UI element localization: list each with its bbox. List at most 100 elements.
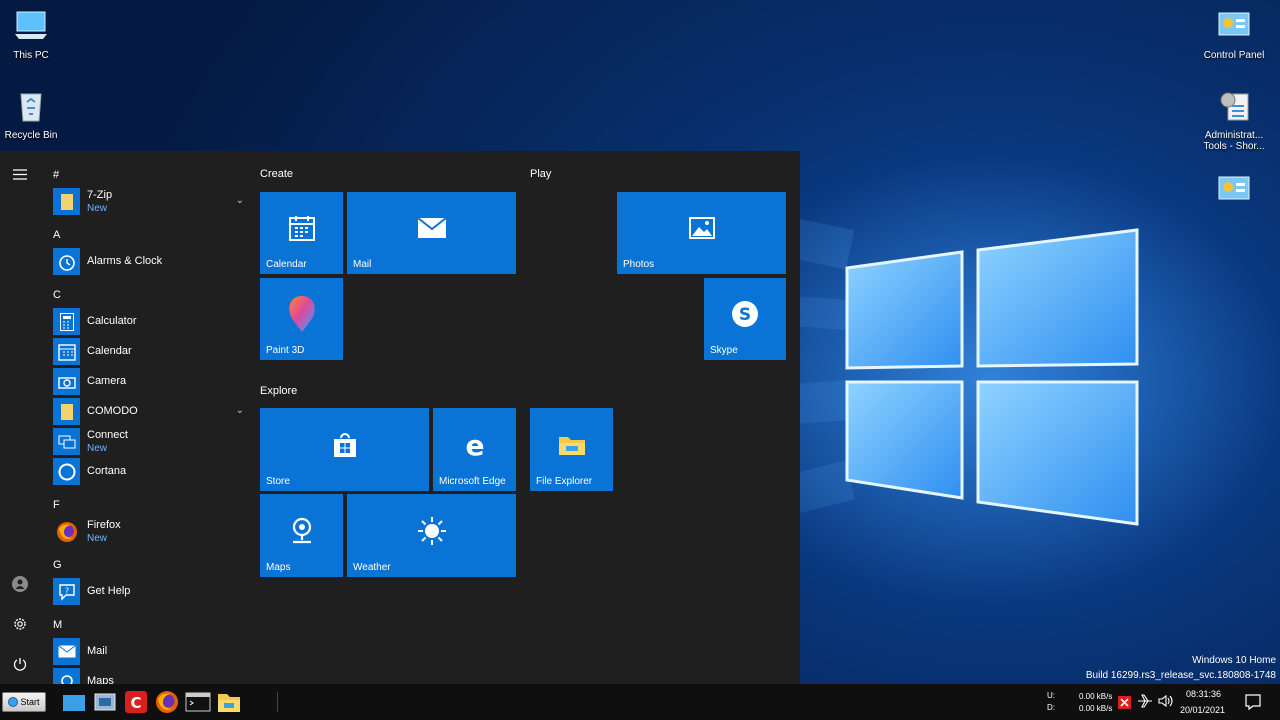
- start-button[interactable]: Start: [2, 692, 46, 712]
- cortana-icon: [53, 458, 80, 485]
- chevron-down-icon[interactable]: ⌄: [236, 405, 244, 416]
- chevron-down-icon[interactable]: ⌄: [236, 195, 244, 206]
- app-list: # 7-Zip New ⌄ A Alarms & Clock C Calcula…: [40, 151, 250, 684]
- app-item-alarms-clock[interactable]: Alarms & Clock: [53, 248, 248, 276]
- svg-text:?: ?: [64, 586, 68, 595]
- tile-label: Microsoft Edge: [439, 476, 506, 487]
- taskbar-comodo[interactable]: C: [123, 689, 149, 715]
- start-rail: [0, 151, 40, 684]
- taskbar-show-desktop[interactable]: [61, 689, 87, 715]
- action-center-button[interactable]: [1244, 693, 1262, 711]
- app-name: Maps: [87, 675, 114, 684]
- settings-button[interactable]: [8, 612, 32, 636]
- app-name: Calculator: [87, 315, 137, 327]
- desktop-icon-label-line2: Tools - Shor...: [1203, 141, 1265, 152]
- tray-comodo[interactable]: [1118, 694, 1131, 709]
- alarm-clock-icon: [53, 248, 80, 275]
- desktop-icon-control-panel-2[interactable]: [1198, 172, 1270, 214]
- letter-header-a[interactable]: A: [53, 229, 60, 241]
- letter-header-hash[interactable]: #: [53, 169, 59, 181]
- calendar-icon: [288, 216, 315, 242]
- paint-3d-icon: [288, 296, 315, 333]
- app-name: Get Help: [87, 585, 131, 597]
- tile-label: Store: [266, 476, 290, 487]
- user-account-button[interactable]: [8, 572, 32, 596]
- desktop-icon-recycle-bin[interactable]: Recycle Bin: [0, 88, 67, 141]
- net-download-speed[interactable]: 0.00 kB/s: [1079, 704, 1112, 713]
- control-panel-icon: [1218, 176, 1250, 200]
- windows-logo-light: [845, 228, 1139, 526]
- tile-group-create[interactable]: Create: [260, 168, 293, 180]
- administrative-tools-icon: [1220, 92, 1249, 121]
- firefox-icon: [53, 518, 80, 545]
- taskbar-network[interactable]: [92, 689, 118, 715]
- app-item-cortana[interactable]: Cortana: [53, 458, 248, 486]
- tile-mail[interactable]: Mail: [347, 192, 516, 274]
- tile-group-play[interactable]: Play: [530, 168, 551, 180]
- app-item-camera[interactable]: Camera: [53, 368, 248, 396]
- tile-maps[interactable]: Maps: [260, 494, 343, 577]
- app-item-7zip[interactable]: 7-Zip New ⌄: [53, 188, 248, 216]
- desktop-icon-label: Administrat...: [1204, 130, 1264, 141]
- tile-microsoft-edge[interactable]: e Microsoft Edge: [433, 408, 516, 491]
- tile-store[interactable]: Store: [260, 408, 429, 491]
- start-button-label: Start: [20, 697, 40, 707]
- expand-menu-button[interactable]: [8, 162, 32, 186]
- clock-date[interactable]: 20/01/2021: [1180, 705, 1225, 715]
- desktop-icon-administrative-tools[interactable]: Administrat... Tools - Shor...: [1198, 88, 1270, 152]
- tile-paint-3d[interactable]: Paint 3D: [260, 278, 343, 360]
- photos-icon: [688, 217, 715, 240]
- letter-header-m[interactable]: M: [53, 619, 62, 631]
- letter-header-c[interactable]: C: [53, 289, 61, 301]
- power-button[interactable]: [8, 652, 32, 676]
- app-item-calculator[interactable]: Calculator: [53, 308, 248, 336]
- store-bag-icon: [333, 432, 356, 457]
- clock-time[interactable]: 08:31:36: [1186, 689, 1221, 699]
- desktop-icon-this-pc[interactable]: This PC: [0, 8, 67, 61]
- connect-icon: [53, 428, 80, 455]
- taskbar-firefox[interactable]: [154, 689, 180, 715]
- start-menu: # 7-Zip New ⌄ A Alarms & Clock C Calcula…: [0, 151, 800, 684]
- calendar-icon: [53, 338, 80, 365]
- gear-icon: [14, 618, 26, 630]
- tile-group-explore[interactable]: Explore: [260, 385, 297, 397]
- letter-header-f[interactable]: F: [53, 499, 60, 511]
- app-item-get-help[interactable]: ? Get Help: [53, 578, 248, 606]
- tile-file-explorer[interactable]: File Explorer: [530, 408, 613, 491]
- folder-icon: [218, 694, 240, 712]
- skype-icon: S: [732, 301, 758, 328]
- tile-photos[interactable]: Photos: [617, 192, 786, 274]
- start-orb-icon: [8, 697, 19, 707]
- app-item-calendar[interactable]: Calendar: [53, 338, 248, 366]
- windows-build-watermark: Build 16299.rs3_release_svc.180808-1748: [1085, 670, 1276, 681]
- desktop-icon-control-panel[interactable]: Control Panel: [1198, 8, 1270, 61]
- tile-calendar[interactable]: Calendar: [260, 192, 343, 274]
- app-item-firefox[interactable]: Firefox New: [53, 518, 248, 546]
- app-item-comodo[interactable]: COMODO ⌄: [53, 398, 248, 426]
- tile-label: Maps: [266, 562, 291, 573]
- control-panel-icon: [1218, 12, 1250, 36]
- app-item-mail[interactable]: Mail: [53, 638, 248, 666]
- tray-airplane-mode[interactable]: [1137, 693, 1153, 709]
- desktop-icon-label: This PC: [13, 50, 49, 61]
- net-upload-label: U:: [1047, 691, 1055, 700]
- comodo-icon: C: [125, 691, 147, 713]
- tile-skype[interactable]: S Skype: [704, 278, 786, 360]
- letter-header-g[interactable]: G: [53, 559, 62, 571]
- comodo-tray-icon: [1118, 696, 1131, 709]
- tile-label: Calendar: [266, 259, 307, 270]
- app-item-maps[interactable]: Maps: [53, 668, 248, 684]
- folder-icon: [558, 436, 585, 455]
- net-upload-speed[interactable]: 0.00 kB/s: [1079, 692, 1112, 701]
- maps-pin-icon: [292, 517, 311, 543]
- sun-icon: [417, 516, 446, 545]
- tile-weather[interactable]: Weather: [347, 494, 516, 577]
- power-icon: [13, 658, 27, 671]
- svg-text:C: C: [130, 694, 141, 712]
- app-item-connect[interactable]: Connect New: [53, 428, 248, 456]
- taskbar-command-prompt[interactable]: [185, 689, 211, 715]
- new-badge: New: [87, 443, 108, 454]
- tray-volume[interactable]: [1157, 693, 1173, 709]
- taskbar-file-explorer[interactable]: [216, 689, 242, 715]
- app-name: Connect: [87, 429, 128, 441]
